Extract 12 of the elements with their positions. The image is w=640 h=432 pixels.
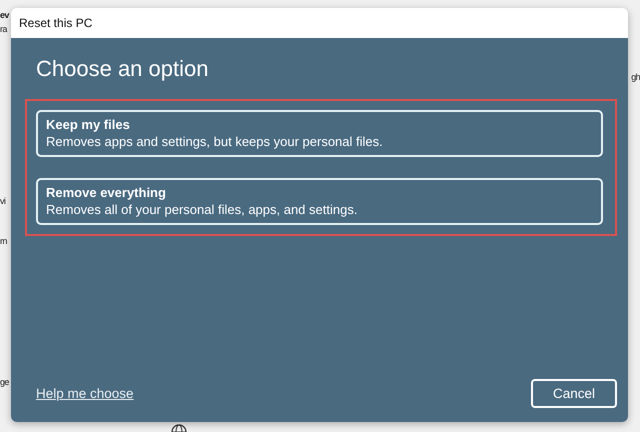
background-text: ge xyxy=(0,377,9,387)
help-link[interactable]: Help me choose xyxy=(36,386,134,401)
dialog-heading: Choose an option xyxy=(36,56,210,82)
background-text: vi xyxy=(0,196,6,206)
option-card[interactable]: Keep my files Removes apps and settings, but keeps your personal files. xyxy=(36,110,603,157)
background-text: rn xyxy=(0,236,7,246)
cancel-button[interactable]: Cancel xyxy=(530,379,617,408)
background-text: gh xyxy=(631,72,640,82)
background-text: ev xyxy=(0,10,9,20)
window-title: Reset this PC xyxy=(19,16,92,30)
option-card[interactable]: Remove everything Removes all of your personal files, apps, and settings. xyxy=(36,178,603,225)
background-text: ra xyxy=(0,24,7,34)
